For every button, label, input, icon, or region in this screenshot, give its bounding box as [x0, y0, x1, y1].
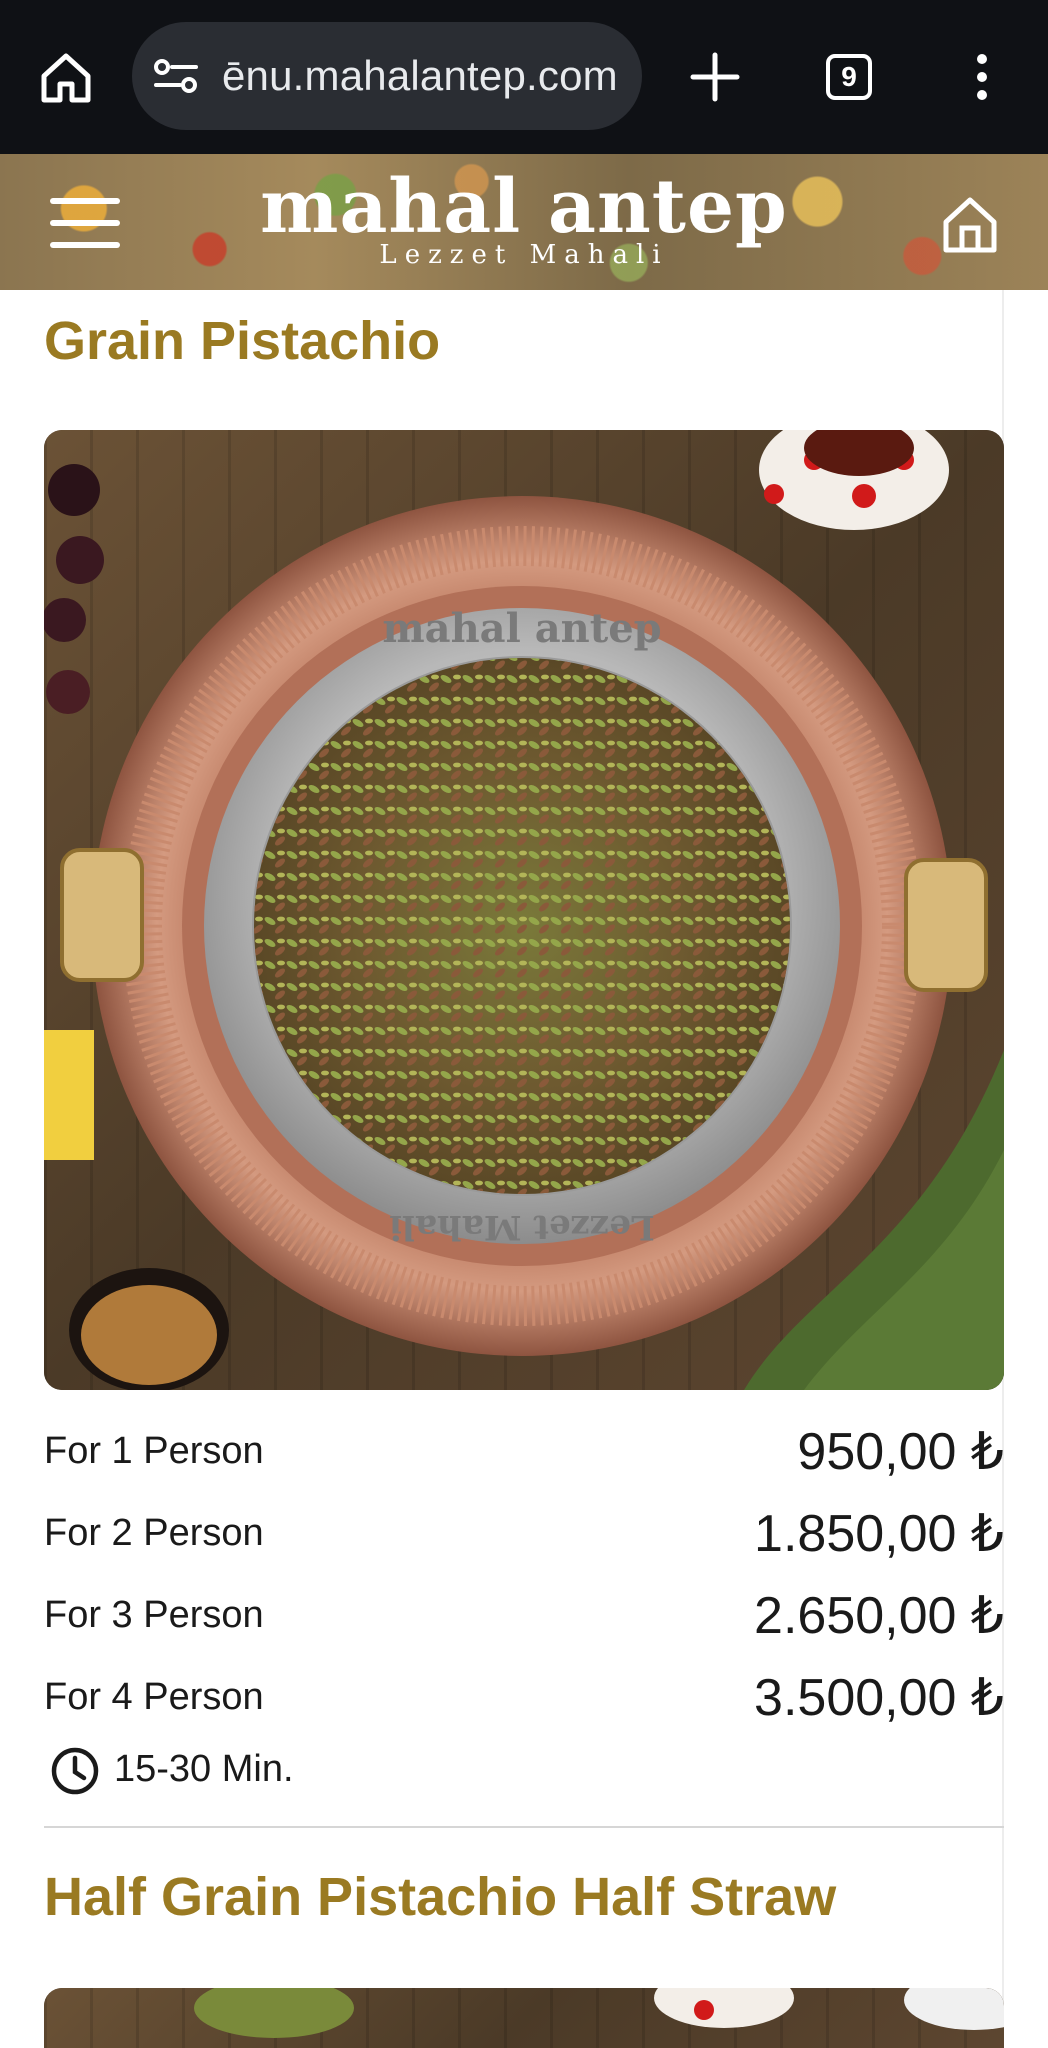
url-text[interactable]: ēnu.mahalantep.com — [222, 52, 618, 100]
portion-price: 1.850,00 ₺ — [754, 1505, 1004, 1563]
home-icon[interactable] — [38, 50, 94, 106]
item-divider — [44, 1826, 1004, 1828]
plate-text-top: mahal antep — [382, 605, 661, 652]
portion-label: For 3 Person — [44, 1594, 264, 1636]
tab-switcher-button[interactable]: 9 — [826, 54, 872, 100]
item-photo[interactable] — [44, 1988, 1004, 2048]
site-header: mahal antep Lezzet Mahali — [0, 154, 1048, 290]
clock-icon — [51, 1747, 99, 1795]
portion-label: For 4 Person — [44, 1676, 264, 1718]
portion-price: 2.650,00 ₺ — [754, 1587, 1004, 1645]
new-tab-icon[interactable] — [688, 50, 742, 104]
more-menu-icon[interactable] — [972, 52, 992, 102]
price-row: For 3 Person 2.650,00 ₺ — [44, 1586, 1004, 1646]
browser-toolbar: ēnu.mahalantep.com 9 — [0, 0, 1048, 154]
item-photo[interactable]: mahal antep Lezzet Mahali — [44, 430, 1004, 1390]
item-title: Grain Pistachio — [44, 311, 441, 371]
prep-time-text: 15-30 Min. — [114, 1748, 294, 1790]
price-row: For 2 Person 1.850,00 ₺ — [44, 1504, 1004, 1564]
address-bar[interactable]: ēnu.mahalantep.com — [132, 22, 642, 130]
portion-label: For 1 Person — [44, 1430, 264, 1472]
dessert-illustration: mahal antep Lezzet Mahali — [44, 430, 1004, 1390]
plate-text-bottom: Lezzet Mahali — [389, 1207, 655, 1247]
portion-label: For 2 Person — [44, 1512, 264, 1554]
site-logo[interactable]: mahal antep Lezzet Mahali — [0, 168, 1048, 270]
home-icon[interactable] — [940, 192, 1000, 256]
price-row: For 4 Person 3.500,00 ₺ — [44, 1668, 1004, 1728]
item-title: Half Grain Pistachio Half Straw — [44, 1867, 837, 1927]
portion-price: 3.500,00 ₺ — [754, 1669, 1004, 1727]
dessert-illustration — [194, 1988, 1004, 2038]
price-row: For 1 Person 950,00 ₺ — [44, 1422, 1004, 1482]
logo-tagline: Lezzet Mahali — [379, 240, 669, 270]
portion-price: 950,00 ₺ — [797, 1423, 1004, 1481]
site-settings-icon[interactable] — [152, 56, 200, 96]
logo-brand: mahal antep — [260, 164, 788, 250]
